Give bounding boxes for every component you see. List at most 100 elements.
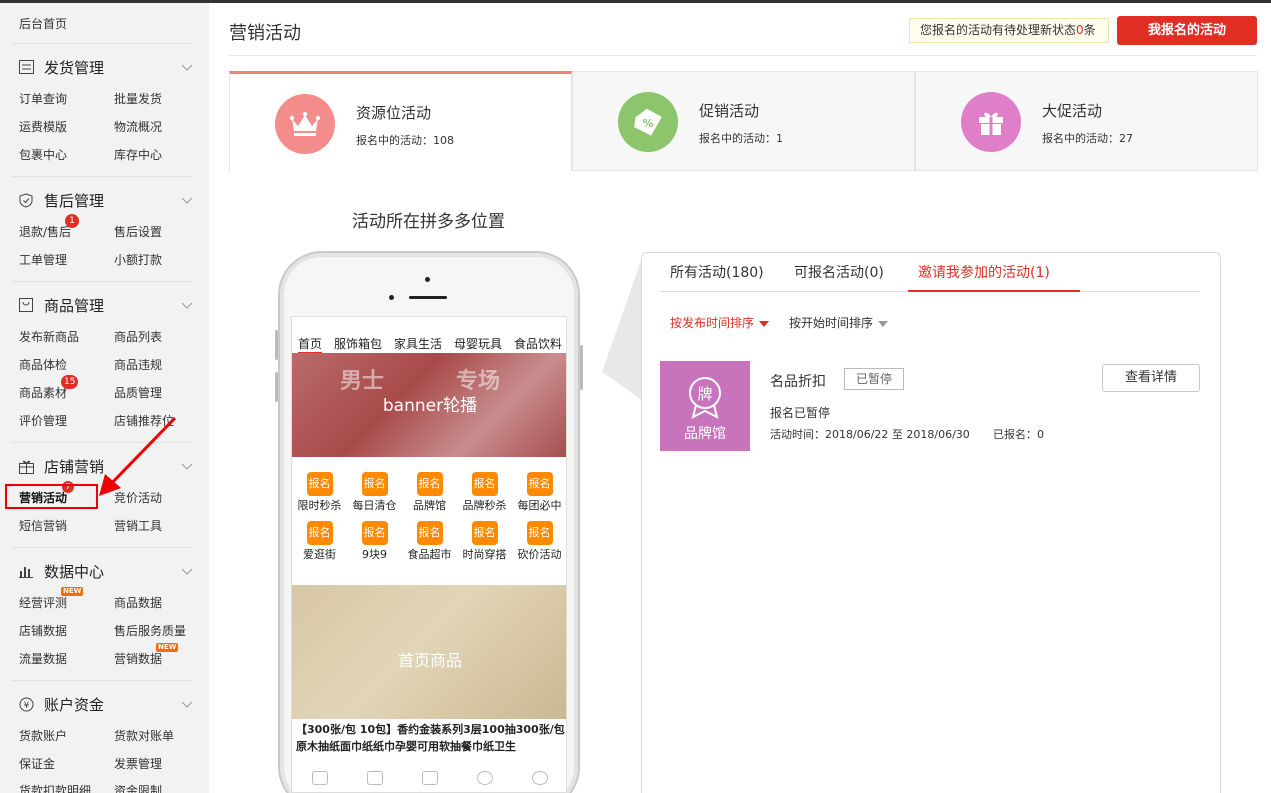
caret-down-icon [759, 320, 770, 327]
banner-carousel[interactable]: 男士 专场 banner轮播 [292, 353, 566, 457]
chevron-down-icon[interactable] [181, 568, 193, 576]
group-account-funds[interactable]: ¥ 账户资金 [18, 694, 104, 714]
grid-item[interactable]: 报名 每团必中 [512, 472, 566, 513]
sidebar-item[interactable]: 流量数据 [19, 650, 67, 667]
sidebar-item[interactable]: 发票管理 [114, 755, 162, 772]
sidebar-item[interactable]: 工单管理 [19, 251, 67, 268]
sidebar-item[interactable]: 品质管理 [114, 384, 162, 401]
sidebar-item[interactable]: 订单查询 [19, 90, 67, 107]
sidebar-item[interactable]: 资金限制 [114, 782, 162, 793]
chat-nav-icon[interactable] [477, 771, 493, 785]
chevron-down-icon[interactable] [181, 197, 193, 205]
sidebar-item[interactable]: 商品列表 [114, 328, 162, 345]
sort-by-publish-time[interactable]: 按发布时间排序 [670, 314, 770, 331]
sidebar-item[interactable]: 货款账户 [19, 727, 67, 744]
sidebar-item[interactable]: 商品体检 [19, 356, 67, 373]
phone-tab[interactable]: 母婴玩具 [454, 335, 502, 353]
divider [11, 176, 193, 177]
sidebar-item[interactable]: 货款扣款明细 [19, 782, 91, 793]
svg-text:¥: ¥ [23, 701, 29, 711]
phone-tab[interactable]: 首页 [297, 335, 322, 353]
sidebar-item[interactable]: 商品违规 [114, 356, 162, 373]
sidebar-item[interactable]: 货款对账单 [114, 727, 174, 744]
sidebar-item[interactable]: 库存中心 [114, 146, 162, 163]
grid-item[interactable]: 报名 品牌秒杀 [457, 472, 512, 513]
yen-icon: ¥ [18, 696, 34, 712]
rank-nav-icon[interactable] [367, 771, 383, 785]
sidebar-item[interactable]: 商品素材 [19, 384, 67, 401]
sidebar-item[interactable]: 物流概况 [114, 118, 162, 135]
sidebar-item[interactable]: 营销工具 [114, 517, 162, 534]
page-title: 营销活动 [229, 23, 301, 44]
group-shipping[interactable]: 发货管理 [18, 57, 104, 77]
pending-notice[interactable]: 您报名的活动有待处理新状态0条 [909, 18, 1109, 43]
goods-title[interactable]: 【300张/包 10包】香约金装系列3层100抽300张/包原木抽纸面巾纸纸巾孕… [296, 721, 566, 755]
group-data-center[interactable]: 数据中心 [18, 561, 104, 581]
crown-icon [275, 94, 335, 154]
grid-item[interactable]: 报名 每日清仓 [347, 472, 402, 513]
chevron-down-icon[interactable] [181, 302, 193, 310]
chevron-down-icon[interactable] [181, 64, 193, 72]
grid-item[interactable]: 报名 限时秒杀 [292, 472, 347, 513]
sidebar-item[interactable]: 商品数据 [114, 594, 162, 611]
sidebar-item[interactable]: 运费模版 [19, 118, 67, 135]
sidebar-item[interactable]: 店铺数据 [19, 622, 67, 639]
activity-type-cards: 资源位活动 报名中的活动：108 % 促销活动 报名中的活动：1 大促活动 报名… [229, 71, 1258, 171]
gift-box-icon [961, 92, 1021, 152]
sidebar-item[interactable]: 批量发货 [114, 90, 162, 107]
profile-nav-icon[interactable] [532, 771, 548, 785]
activity-signup-count: 已报名：0 [993, 428, 1044, 441]
activity-name: 名品折扣 [770, 374, 826, 390]
sidebar-item[interactable]: 小额打款 [114, 251, 162, 268]
card-big-promotion[interactable]: 大促活动 报名中的活动：27 [915, 71, 1258, 171]
chevron-down-icon[interactable] [181, 701, 193, 709]
tab-invited-activities[interactable]: 邀请我参加的活动(1) [918, 262, 1050, 282]
card-resource-activity[interactable]: 资源位活动 报名中的活动：108 [229, 71, 572, 171]
phone-tab[interactable]: 食品饮料 [514, 335, 562, 353]
sidebar-item[interactable]: 经营评测 [19, 594, 67, 611]
phone-button [275, 372, 278, 402]
divider [11, 547, 193, 548]
sidebar-item[interactable]: 评价管理 [19, 412, 67, 429]
home-goods-image[interactable]: 首页商品 [292, 585, 566, 719]
group-products[interactable]: 商品管理 [18, 295, 104, 315]
view-details-button[interactable]: 查看详情 [1102, 364, 1200, 392]
banner-label: banner轮播 [382, 396, 478, 416]
sidebar-item[interactable]: 售后设置 [114, 223, 162, 240]
grid-item[interactable]: 报名 食品超市 [402, 521, 457, 562]
grid-item[interactable]: 报名 砍价活动 [512, 521, 566, 562]
grid-item[interactable]: 报名 时尚穿搭 [457, 521, 512, 562]
grid-item[interactable]: 报名 9块9 [347, 521, 402, 562]
group-store-marketing[interactable]: 店铺营销 [18, 456, 104, 476]
sort-by-start-time[interactable]: 按开始时间排序 [789, 314, 889, 331]
search-nav-icon[interactable] [422, 771, 438, 785]
sidebar-item[interactable]: 发布新商品 [19, 328, 79, 345]
status-badge: 已暂停 [844, 368, 904, 390]
card-promotion-activity[interactable]: % 促销活动 报名中的活动：1 [572, 71, 915, 171]
grid-item[interactable]: 报名 品牌馆 [402, 472, 457, 513]
tab-available-activities[interactable]: 可报名活动(0) [794, 262, 884, 282]
camera-icon [425, 277, 430, 282]
sidebar-item[interactable]: 售后服务质量 [114, 622, 186, 639]
my-activities-button[interactable]: 我报名的活动 [1117, 16, 1257, 45]
sidebar-item[interactable]: 包裹中心 [19, 146, 67, 163]
svg-text:牌: 牌 [697, 385, 712, 403]
home-nav-icon[interactable] [312, 771, 328, 785]
shield-icon [18, 192, 34, 208]
phone-tabs: 首页 服饰箱包 家具生活 母婴玩具 食品饮料 [292, 335, 566, 353]
divider [11, 43, 193, 44]
phone-tab[interactable]: 服饰箱包 [334, 335, 382, 353]
divider [229, 55, 1257, 56]
grid-item[interactable]: 报名 爱逛街 [292, 521, 347, 562]
sidebar-item[interactable]: 营销数据 [114, 650, 162, 667]
sidebar-home-link[interactable]: 后台首页 [19, 15, 67, 32]
svg-text:%: % [642, 117, 653, 130]
sidebar-item[interactable]: 短信营销 [19, 517, 67, 534]
sidebar-item[interactable]: 退款/售后 [19, 223, 71, 240]
notification-badge: 1 [65, 214, 79, 228]
tab-all-activities[interactable]: 所有活动(180) [670, 262, 764, 282]
sidebar-item[interactable]: 保证金 [19, 755, 55, 772]
phone-tab[interactable]: 家具生活 [394, 335, 442, 353]
group-after-sales[interactable]: 售后管理 [18, 190, 104, 210]
activity-thumbnail[interactable]: 牌 品牌馆 [660, 361, 750, 451]
